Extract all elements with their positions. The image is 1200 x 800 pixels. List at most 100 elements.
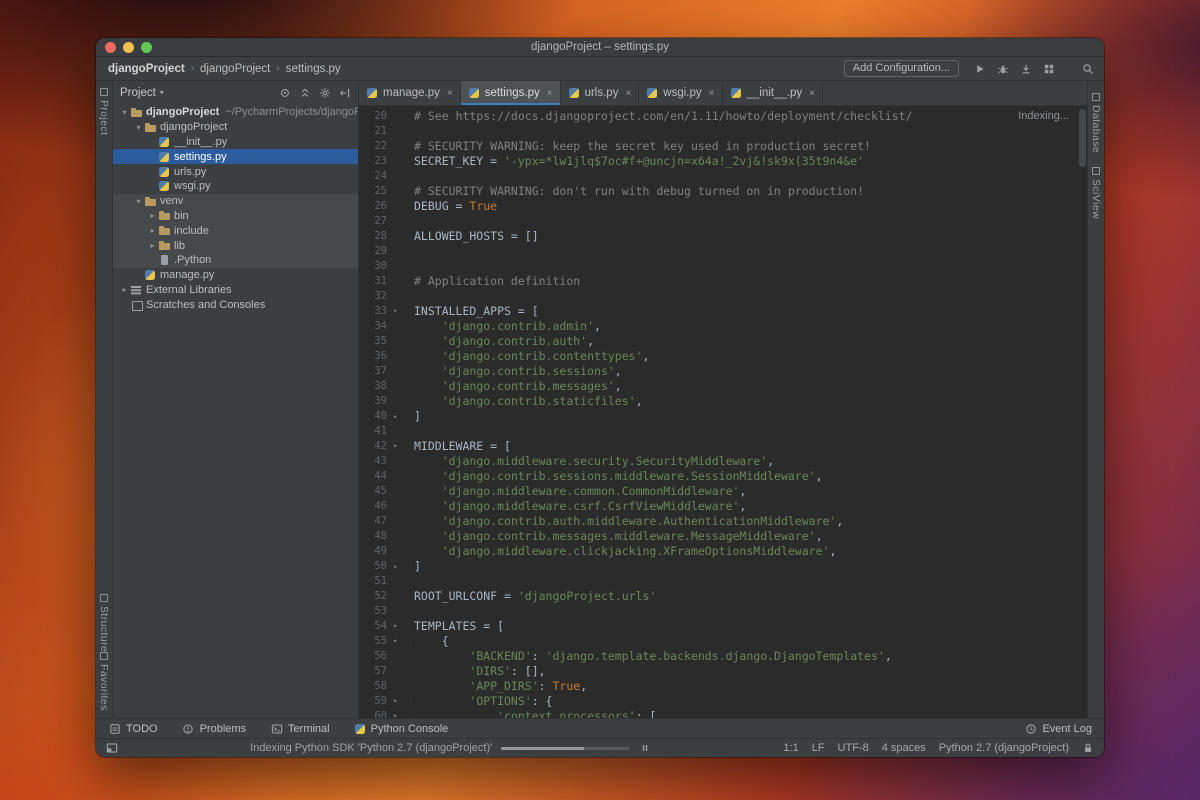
fold-marker-icon[interactable]: ▾ — [387, 697, 411, 705]
code-line[interactable]: 47 'django.contrib.auth.middleware.Authe… — [359, 513, 1087, 528]
tab-close-icon[interactable]: × — [809, 88, 815, 99]
line-number[interactable]: 56 — [359, 650, 387, 662]
line-number[interactable]: 41 — [359, 425, 387, 437]
indent-style[interactable]: 4 spaces — [882, 742, 926, 754]
tree-item-include[interactable]: ▸include — [113, 223, 358, 238]
tool-stripe-project[interactable]: Project — [96, 88, 112, 135]
line-number[interactable]: 53 — [359, 605, 387, 617]
minimize-window-button[interactable] — [123, 42, 134, 53]
code-line[interactable]: 21 — [359, 123, 1087, 138]
line-number[interactable]: 45 — [359, 485, 387, 497]
python-interpreter[interactable]: Python 2.7 (djangoProject) — [939, 742, 1069, 754]
caret-position[interactable]: 1:1 — [783, 742, 798, 754]
line-number[interactable]: 22 — [359, 140, 387, 152]
code-line[interactable]: 26DEBUG = True — [359, 198, 1087, 213]
line-number[interactable]: 51 — [359, 575, 387, 587]
code-line[interactable]: 36 'django.contrib.contenttypes', — [359, 348, 1087, 363]
tree-item-scratches-and-consoles[interactable]: Scratches and Consoles — [113, 297, 358, 312]
code-line[interactable]: 44 'django.contrib.sessions.middleware.S… — [359, 468, 1087, 483]
tab-init-py[interactable]: __init__.py× — [723, 81, 823, 105]
code-line[interactable]: 45 'django.middleware.common.CommonMiddl… — [359, 483, 1087, 498]
editor[interactable]: 20# See https://docs.djangoproject.com/e… — [359, 106, 1087, 718]
grid-icon[interactable] — [1042, 62, 1055, 75]
tree-item-venv[interactable]: ▾venv — [113, 194, 358, 209]
line-number[interactable]: 35 — [359, 335, 387, 347]
line-number[interactable]: 46 — [359, 500, 387, 512]
line-number[interactable]: 20 — [359, 110, 387, 122]
code-line[interactable]: 34 'django.contrib.admin', — [359, 318, 1087, 333]
tree-item-manage-py[interactable]: manage.py — [113, 268, 358, 283]
zoom-window-button[interactable] — [141, 42, 152, 53]
fold-marker-icon[interactable]: ▾ — [387, 622, 411, 630]
code-line[interactable]: 51 — [359, 573, 1087, 588]
tool-stripe-structure[interactable]: Structure — [96, 594, 112, 652]
locate-icon[interactable] — [278, 86, 291, 99]
tree-chevron-icon[interactable]: ▾ — [133, 197, 144, 206]
code-line[interactable]: 37 'django.contrib.sessions', — [359, 363, 1087, 378]
code-line[interactable]: 49 'django.middleware.clickjacking.XFram… — [359, 543, 1087, 558]
toolwindow-switcher-icon[interactable] — [105, 742, 118, 755]
gear-icon[interactable] — [318, 86, 331, 99]
tree-chevron-icon[interactable]: ▾ — [133, 123, 144, 132]
tab-close-icon[interactable]: × — [709, 88, 715, 99]
run-icon[interactable] — [973, 62, 986, 75]
code-line[interactable]: 58 'APP_DIRS': True, — [359, 678, 1087, 693]
close-window-button[interactable] — [105, 42, 116, 53]
line-number[interactable]: 28 — [359, 230, 387, 242]
tool-stripe-database[interactable]: Database — [1088, 93, 1104, 153]
line-number[interactable]: 47 — [359, 515, 387, 527]
tab-wsgi-py[interactable]: wsgi.py× — [639, 81, 722, 105]
toolwindow-button-problems[interactable]: Problems — [182, 722, 246, 735]
fold-marker-icon[interactable]: ▾ — [387, 442, 411, 450]
editor-scrollbar[interactable] — [1079, 109, 1086, 167]
code-line[interactable]: 27 — [359, 213, 1087, 228]
line-number[interactable]: 54 — [359, 620, 387, 632]
code-line[interactable]: 35 'django.contrib.auth', — [359, 333, 1087, 348]
code-line[interactable]: 30 — [359, 258, 1087, 273]
code-line[interactable]: 40▴] — [359, 408, 1087, 423]
tree-chevron-icon[interactable]: ▸ — [147, 226, 158, 235]
line-number[interactable]: 36 — [359, 350, 387, 362]
line-number[interactable]: 24 — [359, 170, 387, 182]
fold-marker-icon[interactable]: ▾ — [387, 637, 411, 645]
tree-item-external-libraries[interactable]: ▸External Libraries — [113, 283, 358, 298]
code-line[interactable]: 57 'DIRS': [], — [359, 663, 1087, 678]
tab-urls-py[interactable]: urls.py× — [561, 81, 640, 105]
code-line[interactable]: 24 — [359, 168, 1087, 183]
tree-chevron-icon[interactable]: ▸ — [147, 211, 158, 220]
line-number[interactable]: 44 — [359, 470, 387, 482]
line-number[interactable]: 52 — [359, 590, 387, 602]
code-line[interactable]: 59▾ 'OPTIONS': { — [359, 693, 1087, 708]
fold-marker-icon[interactable]: ▾ — [387, 307, 411, 315]
debug-icon[interactable] — [996, 62, 1009, 75]
line-separator[interactable]: LF — [812, 742, 825, 754]
line-number[interactable]: 34 — [359, 320, 387, 332]
line-number[interactable]: 57 — [359, 665, 387, 677]
pause-icon[interactable] — [638, 742, 651, 755]
coverage-icon[interactable] — [1019, 62, 1032, 75]
code-line[interactable]: 43 'django.middleware.security.SecurityM… — [359, 453, 1087, 468]
code-line[interactable]: 42▾MIDDLEWARE = [ — [359, 438, 1087, 453]
code-line[interactable]: 50▴] — [359, 558, 1087, 573]
code-line[interactable]: 60▾ 'context_processors': [ — [359, 708, 1087, 718]
tree-chevron-icon[interactable]: ▾ — [119, 108, 130, 117]
project-panel-title[interactable]: Project — [120, 87, 156, 99]
tab-close-icon[interactable]: × — [447, 88, 453, 99]
chevron-down-icon[interactable]: ▾ — [160, 88, 164, 97]
tree-item-djangoproject[interactable]: ▾djangoProject~/PycharmProjects/djangoPr… — [113, 105, 358, 120]
file-encoding[interactable]: UTF-8 — [838, 742, 869, 754]
line-number[interactable]: 43 — [359, 455, 387, 467]
tree-item-settings-py[interactable]: settings.py — [113, 149, 358, 164]
toolwindow-button-python-console[interactable]: Python Console — [354, 723, 449, 735]
code-line[interactable]: 48 'django.contrib.messages.middleware.M… — [359, 528, 1087, 543]
collapse-all-icon[interactable] — [298, 86, 311, 99]
tree-item-urls-py[interactable]: urls.py — [113, 164, 358, 179]
line-number[interactable]: 42 — [359, 440, 387, 452]
line-number[interactable]: 39 — [359, 395, 387, 407]
tree-item-init-py[interactable]: __init__.py — [113, 135, 358, 150]
code-line[interactable]: 56 'BACKEND': 'django.template.backends.… — [359, 648, 1087, 663]
code-line[interactable]: 20# See https://docs.djangoproject.com/e… — [359, 108, 1087, 123]
code-line[interactable]: 53 — [359, 603, 1087, 618]
line-number[interactable]: 29 — [359, 245, 387, 257]
breadcrumb-item-djangoproject[interactable]: djangoProject — [108, 63, 185, 75]
